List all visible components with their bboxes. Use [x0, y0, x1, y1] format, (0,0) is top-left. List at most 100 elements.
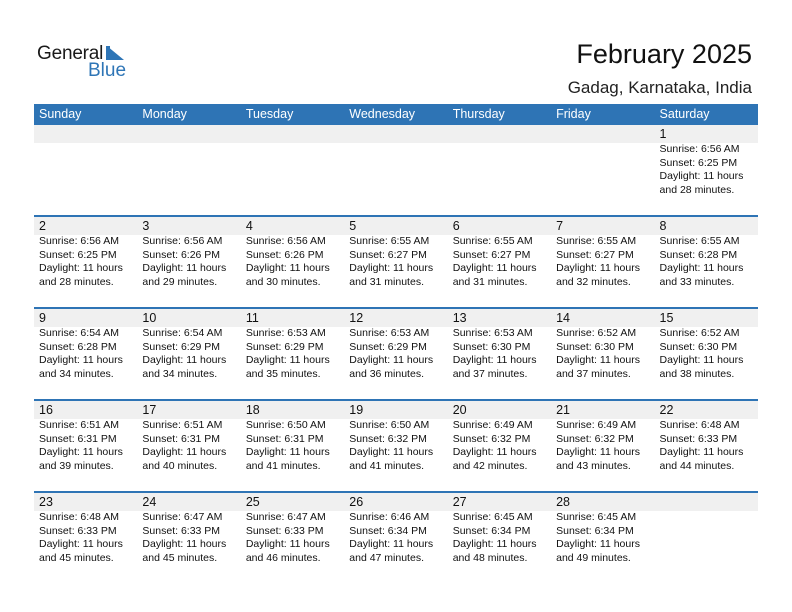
daylight-text: Daylight: 11 hours — [556, 354, 640, 366]
daylight-minutes-text: and 45 minutes. — [142, 551, 218, 564]
sunrise-text: Sunrise: 6:55 AM — [452, 235, 533, 247]
day-number: 5 — [349, 219, 357, 233]
week-row: 9 Sunrise: 6:54 AM Sunset: 6:28 PM Daylight… — [34, 307, 758, 399]
sunset-text: Sunset: 6:33 PM — [245, 524, 324, 537]
daylight-text: Daylight: 11 hours — [659, 262, 744, 274]
day-number: 4 — [245, 219, 253, 233]
daylight-minutes-text: and 34 minutes. — [142, 367, 218, 380]
day-cell: 26 Sunrise: 6:46 AM Sunset: 6:34 PM Dayligh… — [344, 493, 447, 581]
sunset-text: Sunset: 6:34 PM — [556, 524, 634, 537]
logo-text-blue: Blue — [88, 60, 127, 81]
weekday-header-row: Sunday Monday Tuesday Wednesday Thursday… — [34, 104, 758, 125]
day-number: 6 — [452, 219, 460, 233]
daylight-minutes-text: and 47 minutes. — [349, 551, 424, 564]
sunset-text: Sunset: 6:31 PM — [142, 432, 221, 445]
weekday-thursday: Thursday — [452, 107, 505, 121]
sunset-text: Sunset: 6:27 PM — [556, 248, 634, 261]
day-number: 17 — [142, 403, 157, 417]
daylight-minutes-text: and 32 minutes. — [556, 275, 631, 288]
sunset-text: Sunset: 6:26 PM — [142, 248, 221, 261]
daylight-minutes-text: and 42 minutes. — [452, 459, 528, 472]
weekday-monday: Monday — [142, 107, 187, 121]
daylight-text: Daylight: 11 hours — [245, 538, 330, 550]
sunrise-text: Sunrise: 6:45 AM — [452, 511, 533, 523]
day-cell: 7 Sunrise: 6:55 AM Sunset: 6:27 PM Daylight… — [551, 217, 654, 305]
day-number: 11 — [245, 311, 259, 325]
daylight-text: Daylight: 11 hours — [245, 354, 330, 366]
day-cell: 1 Sunrise: 6:56 AM Sunset: 6:25 PM Daylight… — [655, 125, 758, 213]
empty-day-cell — [344, 125, 447, 213]
daylight-minutes-text: and 39 minutes. — [39, 459, 114, 472]
day-cell: 5 Sunrise: 6:55 AM Sunset: 6:27 PM Daylight… — [344, 217, 447, 305]
daylight-text: Daylight: 11 hours — [659, 170, 744, 182]
sunset-text: Sunset: 6:32 PM — [452, 432, 531, 445]
daylight-text: Daylight: 11 hours — [142, 262, 227, 274]
sunrise-text: Sunrise: 6:50 AM — [349, 419, 430, 431]
daylight-text: Daylight: 11 hours — [39, 446, 123, 458]
daylight-minutes-text: and 40 minutes. — [142, 459, 218, 472]
day-cell: 11 Sunrise: 6:53 AM Sunset: 6:29 PM Dayligh… — [241, 309, 344, 397]
sunset-text: Sunset: 6:31 PM — [245, 432, 324, 445]
daylight-text: Daylight: 11 hours — [349, 538, 434, 550]
daylight-text: Daylight: 11 hours — [39, 262, 123, 274]
day-number: 19 — [349, 403, 364, 417]
day-cell: 13 Sunrise: 6:53 AM Sunset: 6:30 PM Dayligh… — [448, 309, 551, 397]
day-cell: 8 Sunrise: 6:55 AM Sunset: 6:28 PM Daylight… — [655, 217, 758, 305]
week-row: 23 Sunrise: 6:48 AM Sunset: 6:33 PM Dayligh… — [34, 491, 758, 583]
sunrise-text: Sunrise: 6:51 AM — [39, 419, 119, 431]
sunrise-text: Sunrise: 6:47 AM — [245, 511, 326, 523]
sunset-text: Sunset: 6:29 PM — [245, 340, 324, 353]
day-cell: 19 Sunrise: 6:50 AM Sunset: 6:32 PM Dayligh… — [344, 401, 447, 489]
day-number: 27 — [452, 495, 467, 509]
day-cell: 21 Sunrise: 6:49 AM Sunset: 6:32 PM Dayligh… — [551, 401, 654, 489]
sunset-text: Sunset: 6:33 PM — [659, 432, 738, 445]
day-cell: 15 Sunrise: 6:52 AM Sunset: 6:30 PM Dayligh… — [655, 309, 758, 397]
sunrise-text: Sunrise: 6:56 AM — [39, 235, 119, 247]
day-number: 8 — [659, 219, 667, 233]
day-number: 12 — [349, 311, 364, 325]
daylight-text: Daylight: 11 hours — [142, 446, 227, 458]
day-cell: 12 Sunrise: 6:53 AM Sunset: 6:29 PM Dayligh… — [344, 309, 447, 397]
day-number: 15 — [659, 311, 674, 325]
day-cell: 25 Sunrise: 6:47 AM Sunset: 6:33 PM Dayligh… — [241, 493, 344, 581]
triangle-flag-icon — [107, 46, 124, 60]
weekday-tuesday: Tuesday — [245, 107, 294, 121]
daylight-text: Daylight: 11 hours — [349, 446, 434, 458]
sunset-text: Sunset: 6:30 PM — [556, 340, 634, 353]
daylight-minutes-text: and 44 minutes. — [659, 459, 735, 472]
daylight-minutes-text: and 28 minutes. — [659, 183, 735, 196]
day-cell: 9 Sunrise: 6:54 AM Sunset: 6:28 PM Daylight… — [34, 309, 137, 397]
daylight-minutes-text: and 36 minutes. — [349, 367, 424, 380]
empty-day-cell — [448, 125, 551, 213]
daylight-text: Daylight: 11 hours — [452, 538, 537, 550]
day-number: 22 — [659, 403, 674, 417]
sunrise-text: Sunrise: 6:46 AM — [349, 511, 430, 523]
day-cell: 10 Sunrise: 6:54 AM Sunset: 6:29 PM Dayligh… — [137, 309, 240, 397]
week-days: 16 Sunrise: 6:51 AM Sunset: 6:31 PM Dayligh… — [34, 401, 758, 489]
sunrise-text: Sunrise: 6:56 AM — [659, 143, 740, 155]
daylight-minutes-text: and 35 minutes. — [245, 367, 321, 380]
sunrise-text: Sunrise: 6:54 AM — [39, 327, 119, 339]
sunrise-text: Sunrise: 6:50 AM — [245, 419, 326, 431]
daylight-text: Daylight: 11 hours — [142, 538, 227, 550]
sunrise-text: Sunrise: 6:51 AM — [142, 419, 223, 431]
sunset-text: Sunset: 6:29 PM — [142, 340, 221, 353]
daylight-text: Daylight: 11 hours — [556, 538, 640, 550]
daylight-text: Daylight: 11 hours — [39, 354, 123, 366]
daylight-minutes-text: and 49 minutes. — [556, 551, 631, 564]
sunset-text: Sunset: 6:33 PM — [142, 524, 221, 537]
empty-day-cell — [551, 125, 654, 213]
page-title: February 2025 — [576, 39, 752, 69]
sunrise-text: Sunrise: 6:49 AM — [452, 419, 533, 431]
daylight-minutes-text: and 48 minutes. — [452, 551, 528, 564]
sunset-text: Sunset: 6:32 PM — [349, 432, 427, 445]
daylight-text: Daylight: 11 hours — [556, 446, 640, 458]
daylight-text: Daylight: 11 hours — [245, 446, 330, 458]
day-cell: 28 Sunrise: 6:45 AM Sunset: 6:34 PM Dayligh… — [551, 493, 654, 581]
sunset-text: Sunset: 6:25 PM — [39, 248, 117, 261]
sunset-text: Sunset: 6:27 PM — [349, 248, 427, 261]
day-number: 21 — [556, 403, 571, 417]
day-cell: 18 Sunrise: 6:50 AM Sunset: 6:31 PM Dayligh… — [241, 401, 344, 489]
daylight-text: Daylight: 11 hours — [659, 446, 744, 458]
daylight-minutes-text: and 41 minutes. — [349, 459, 424, 472]
